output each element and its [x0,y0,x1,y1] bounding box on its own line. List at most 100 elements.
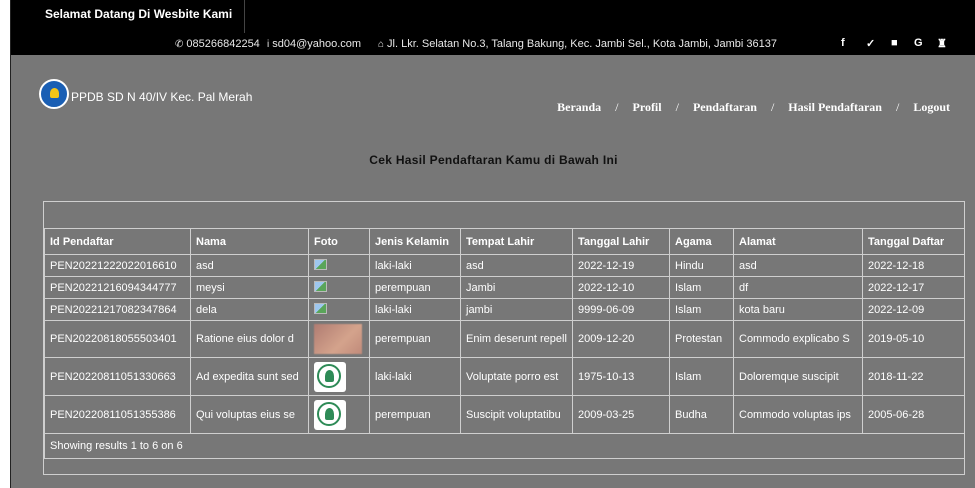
results-table: Id Pendaftar Nama Foto Jenis Kelamin Tem… [44,228,965,459]
cell-tanggal-lahir: 9999-06-09 [572,298,670,321]
cell-alamat: Commodo voluptas ips [733,395,863,434]
school-logo-icon[interactable] [39,79,69,109]
nav-logout[interactable]: Logout [913,100,950,114]
cell-tanggal-lahir: 2009-03-25 [572,395,670,434]
results-summary: Showing results 1 to 6 on 6 [44,433,965,459]
column-header[interactable]: Tempat Lahir [460,228,573,255]
cell-id: PEN20220811051355386 [44,395,191,434]
cell-foto [308,395,370,434]
cell-foto [308,276,370,299]
google-icon[interactable]: G [914,37,923,49]
column-header[interactable]: Jenis Kelamin [369,228,461,255]
cell-alamat: df [733,276,863,299]
phone-icon: ✆ [175,39,184,50]
facebook-icon[interactable]: f [841,37,845,49]
table-row: PEN20220811051330663 Ad expedita sunt se… [44,357,965,396]
cell-jenis-kelamin: perempuan [369,320,461,358]
table-row: PEN20221216094344777 meysi perempuan Jam… [44,276,965,299]
cell-foto [308,320,370,358]
column-header[interactable]: Nama [190,228,309,255]
table-footer-row: Showing results 1 to 6 on 6 [44,433,965,459]
page-frame: Selamat Datang Di Wesbite Kami ✆ 08526684… [10,0,975,488]
table-row: PEN20221222022016610 asd laki-laki asd 2… [44,254,965,277]
cell-id: PEN20221222022016610 [44,254,191,277]
email-text: sd04@yahoo.com [272,38,362,50]
table-row: PEN20220811051355386 Qui voluptas eius s… [44,395,965,434]
address-text: Jl. Lkr. Selatan No.3, Talang Bakung, Ke… [387,38,777,50]
cell-nama: Qui voluptas eius se [190,395,309,434]
cell-agama: Islam [669,357,734,396]
table-header-row: Id Pendaftar Nama Foto Jenis Kelamin Tem… [44,228,965,255]
cell-tempat-lahir: Jambi [460,276,573,299]
nav-beranda[interactable]: Beranda [557,100,601,114]
photo-thumbnail[interactable] [314,324,362,354]
instagram-icon[interactable]: ■ [891,37,898,49]
cell-jenis-kelamin: laki-laki [369,254,461,277]
cell-agama: Islam [669,298,734,321]
cell-foto [308,357,370,396]
cell-jenis-kelamin: laki-laki [369,298,461,321]
cell-alamat: asd [733,254,863,277]
cell-tanggal-daftar: 2019-05-10 [862,320,965,358]
cell-foto [308,298,370,321]
nav-separator: / [675,100,679,114]
page-heading: Cek Hasil Pendaftaran Kamu di Bawah Ini [369,153,618,167]
column-header[interactable]: Foto [308,228,370,255]
nav-separator: / [770,100,775,114]
column-header[interactable]: Tanggal Lahir [572,228,670,255]
email-info: i sd04@yahoo.com [267,38,361,50]
address-info: ⌂ Jl. Lkr. Selatan No.3, Talang Bakung, K… [378,38,777,50]
table-row: PEN20221217082347864 dela laki-laki jamb… [44,298,965,321]
twitter-icon[interactable]: ✓ [866,37,875,50]
cell-id: PEN20220811051330663 [44,357,191,396]
cell-tempat-lahir: Suscipit voluptatibu [460,395,573,434]
cell-nama: Ratione eius dolor d [190,320,309,358]
cell-tempat-lahir: Enim deserunt repell [460,320,573,358]
cell-nama: asd [190,254,309,277]
cell-tanggal-daftar: 2022-12-09 [862,298,965,321]
cell-tanggal-daftar: 2005-06-28 [862,395,965,434]
column-header[interactable]: Id Pendaftar [44,228,191,255]
seal-thumbnail[interactable] [314,361,346,392]
cell-tanggal-daftar: 2022-12-17 [862,276,965,299]
phone-text: 085266842254 [186,38,260,50]
cell-jenis-kelamin: perempuan [369,276,461,299]
cell-nama: Ad expedita sunt sed [190,357,309,396]
youtube-icon[interactable]: ♜ [937,37,947,50]
cell-jenis-kelamin: perempuan [369,395,461,434]
results-panel: Id Pendaftar Nama Foto Jenis Kelamin Tem… [43,201,965,475]
cell-foto [308,254,370,277]
column-header[interactable]: Tanggal Daftar [862,228,965,255]
broken-image-icon[interactable] [314,280,327,292]
cell-tempat-lahir: asd [460,254,573,277]
cell-id: PEN20221216094344777 [44,276,191,299]
cell-tempat-lahir: Voluptate porro est [460,357,573,396]
cell-tanggal-lahir: 2022-12-19 [572,254,670,277]
nav-hasil-pendaftaran[interactable]: Hasil Pendaftaran [788,100,882,114]
cell-agama: Protestan [669,320,734,358]
main-nav: Beranda / Profil / Pendaftaran / Hasil Pendaft… [557,100,950,115]
cell-alamat: kota baru [733,298,863,321]
cell-nama: meysi [190,276,309,299]
cell-tempat-lahir: jambi [460,298,573,321]
column-header[interactable]: Agama [669,228,734,255]
cell-tanggal-daftar: 2018-11-22 [862,357,965,396]
nav-separator: / [895,100,900,114]
welcome-bar: Selamat Datang Di Wesbite Kami [11,0,975,33]
cell-tanggal-lahir: 2009-12-20 [572,320,670,358]
site-title[interactable]: PPDB SD N 40/IV Kec. Pal Merah [71,90,252,104]
phone-info: ✆ 085266842254 [175,38,260,50]
cell-alamat: Doloremque suscipit [733,357,863,396]
column-header[interactable]: Alamat [733,228,863,255]
cell-alamat: Commodo explicabo S [733,320,863,358]
info-icon: i [267,39,270,50]
seal-thumbnail[interactable] [314,399,346,430]
nav-pendaftaran[interactable]: Pendaftaran [693,100,757,114]
broken-image-icon[interactable] [314,302,327,314]
welcome-text: Selamat Datang Di Wesbite Kami [31,0,246,33]
contact-bar: ✆ 085266842254 i sd04@yahoo.com ⌂ Jl. Lkr. … [11,33,975,55]
cell-id: PEN20220818055503401 [44,320,191,358]
nav-profil[interactable]: Profil [633,100,662,114]
nav-separator: / [615,100,619,114]
broken-image-icon[interactable] [314,258,327,270]
